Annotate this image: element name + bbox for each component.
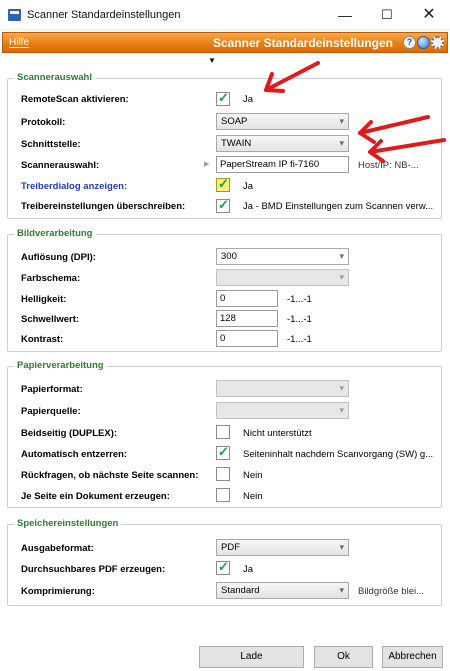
input-scanner[interactable]: PaperStream IP fi-7160 bbox=[216, 156, 349, 173]
menu-help[interactable]: Hilfe bbox=[9, 37, 29, 48]
label-scannerauswahl: Scannerauswahl: bbox=[21, 160, 100, 171]
toolbar-title: Scanner Standardeinstellungen bbox=[212, 36, 393, 50]
select-aufloesung-value: 300 bbox=[221, 251, 237, 262]
text-treiberdialog: Ja bbox=[243, 181, 254, 192]
orange-toolbar: Hilfe Scanner Standardeinstellungen ? bbox=[2, 32, 448, 53]
label-farbschema: Farbschema: bbox=[21, 273, 81, 284]
window-title: Scanner Standardeinstellungen bbox=[27, 9, 181, 21]
label-komprimierung: Komprimierung: bbox=[21, 586, 95, 597]
label-entzerren: Automatisch entzerren: bbox=[21, 449, 128, 460]
chevron-down-icon: ▾ bbox=[339, 116, 344, 126]
app-icon bbox=[8, 9, 21, 21]
close-button[interactable]: ✕ bbox=[408, 0, 450, 30]
checkbox-rueckfragen[interactable] bbox=[216, 467, 230, 481]
label-ueberschreiben: Treibereinstellungen überschreiben: bbox=[21, 201, 186, 212]
chevron-down-icon: ▾ bbox=[339, 585, 344, 595]
label-beidseitig: Beidseitig (DUPLEX): bbox=[21, 428, 118, 439]
cancel-button[interactable]: Abbrechen bbox=[382, 646, 443, 668]
text-jeseite: Nein bbox=[243, 491, 263, 502]
window-titlebar: Scanner Standardeinstellungen — ☐ ✕ bbox=[0, 0, 450, 30]
globe-icon[interactable] bbox=[417, 36, 430, 49]
chevron-down-icon: ▾ bbox=[339, 251, 344, 261]
select-schnittstelle-value: TWAIN bbox=[221, 138, 252, 149]
chevron-down-icon: ▾ bbox=[339, 383, 344, 393]
chevron-down-icon: ▾ bbox=[339, 405, 344, 415]
select-komprimierung-value: Standard bbox=[221, 585, 260, 596]
group-title-scannerauswahl: Scannerauswahl bbox=[14, 72, 95, 83]
label-aufloesung: Auflösung (DPI): bbox=[21, 252, 96, 263]
check-icon: ✓ bbox=[218, 197, 229, 212]
range-kontrast: -1...-1 bbox=[287, 334, 312, 345]
chevron-down-icon: ▾ bbox=[339, 272, 344, 282]
chevron-down-icon: ▾ bbox=[339, 138, 344, 148]
ok-button[interactable]: Ok bbox=[314, 646, 373, 668]
checkbox-jeseite[interactable] bbox=[216, 488, 230, 502]
input-helligkeit[interactable]: 0 bbox=[216, 290, 278, 307]
label-papierformat: Papierformat: bbox=[21, 384, 83, 395]
input-schwellwert[interactable]: 128 bbox=[216, 310, 278, 327]
text-ueberschreiben: Ja - BMD Einstellungen zum Scannen verw.… bbox=[243, 201, 434, 212]
checkbox-treiberdialog[interactable]: ✓ bbox=[216, 176, 230, 192]
select-papierformat[interactable]: ▾ bbox=[216, 380, 349, 397]
gear-icon[interactable] bbox=[431, 36, 444, 49]
select-protokoll-value: SOAP bbox=[221, 116, 248, 127]
range-schwellwert: -1...-1 bbox=[287, 314, 312, 325]
checkbox-beidseitig[interactable] bbox=[216, 425, 230, 439]
label-durchsuchbar: Durchsuchbares PDF erzeugen: bbox=[21, 564, 166, 575]
link-treiberdialog[interactable]: Treiberdialog anzeigen: bbox=[21, 181, 127, 192]
group-title-papierverarbeitung: Papierverarbeitung bbox=[14, 360, 107, 371]
check-icon: ✓ bbox=[218, 559, 229, 574]
chevron-down-icon: ▾ bbox=[339, 542, 344, 552]
checkbox-remotescan[interactable]: ✓ bbox=[216, 90, 230, 106]
label-protokoll: Protokoll: bbox=[21, 117, 66, 128]
input-kontrast[interactable]: 0 bbox=[216, 330, 278, 347]
help-icon[interactable]: ? bbox=[403, 36, 416, 49]
select-komprimierung[interactable]: Standard ▾ bbox=[216, 582, 349, 599]
arrow-right-icon: ▶ bbox=[204, 161, 210, 168]
label-schnittstelle: Schnittstelle: bbox=[21, 139, 81, 150]
select-schnittstelle[interactable]: TWAIN ▾ bbox=[216, 135, 349, 152]
select-ausgabeformat[interactable]: PDF ▾ bbox=[216, 539, 349, 556]
label-kontrast: Kontrast: bbox=[21, 334, 64, 345]
checkbox-entzerren[interactable]: ✓ bbox=[216, 444, 230, 460]
text-remotescan: Ja bbox=[243, 94, 254, 105]
label-schwellwert: Schwellwert: bbox=[21, 314, 80, 325]
select-aufloesung[interactable]: 300 ▾ bbox=[216, 248, 349, 265]
group-title-bildverarbeitung: Bildverarbeitung bbox=[14, 228, 96, 239]
checkbox-durchsuchbar[interactable]: ✓ bbox=[216, 559, 230, 575]
check-icon: ✓ bbox=[218, 176, 229, 191]
label-rueckfragen: Rückfragen, ob nächste Seite scannen: bbox=[21, 470, 199, 481]
check-icon: ✓ bbox=[218, 90, 229, 105]
chevron-down-icon[interactable]: ▼ bbox=[208, 56, 216, 65]
load-device-settings-button[interactable]: Lade Geräteeinstellungen bbox=[199, 646, 304, 668]
label-ausgabeformat: Ausgabeformat: bbox=[21, 543, 94, 554]
maximize-button[interactable]: ☐ bbox=[366, 0, 408, 30]
minimize-button[interactable]: — bbox=[324, 0, 366, 30]
select-protokoll[interactable]: SOAP ▾ bbox=[216, 113, 349, 130]
label-remotescan: RemoteScan aktivieren: bbox=[21, 94, 129, 105]
check-icon: ✓ bbox=[218, 444, 229, 459]
label-jeseite: Je Seite ein Dokument erzeugen: bbox=[21, 491, 170, 502]
host-ip-text: Host/IP: NB-... bbox=[358, 160, 419, 171]
text-beidseitig: Nicht unterstützt bbox=[243, 428, 312, 439]
select-ausgabeformat-value: PDF bbox=[221, 542, 240, 553]
label-papierquelle: Papierquelle: bbox=[21, 406, 81, 417]
select-papierquelle[interactable]: ▾ bbox=[216, 402, 349, 419]
select-farbschema[interactable]: ▾ bbox=[216, 269, 349, 286]
text-entzerren: Seiteninhalt nachdem Scanvorgang (SW) g.… bbox=[243, 449, 434, 460]
group-title-speichereinstellungen: Speichereinstellungen bbox=[14, 518, 122, 529]
range-helligkeit: -1...-1 bbox=[287, 294, 312, 305]
checkbox-ueberschreiben[interactable]: ✓ bbox=[216, 197, 230, 213]
text-rueckfragen: Nein bbox=[243, 470, 263, 481]
komprimierung-note: Bildgröße blei... bbox=[358, 586, 425, 597]
text-durchsuchbar: Ja bbox=[243, 564, 254, 575]
label-helligkeit: Helligkeit: bbox=[21, 294, 67, 305]
